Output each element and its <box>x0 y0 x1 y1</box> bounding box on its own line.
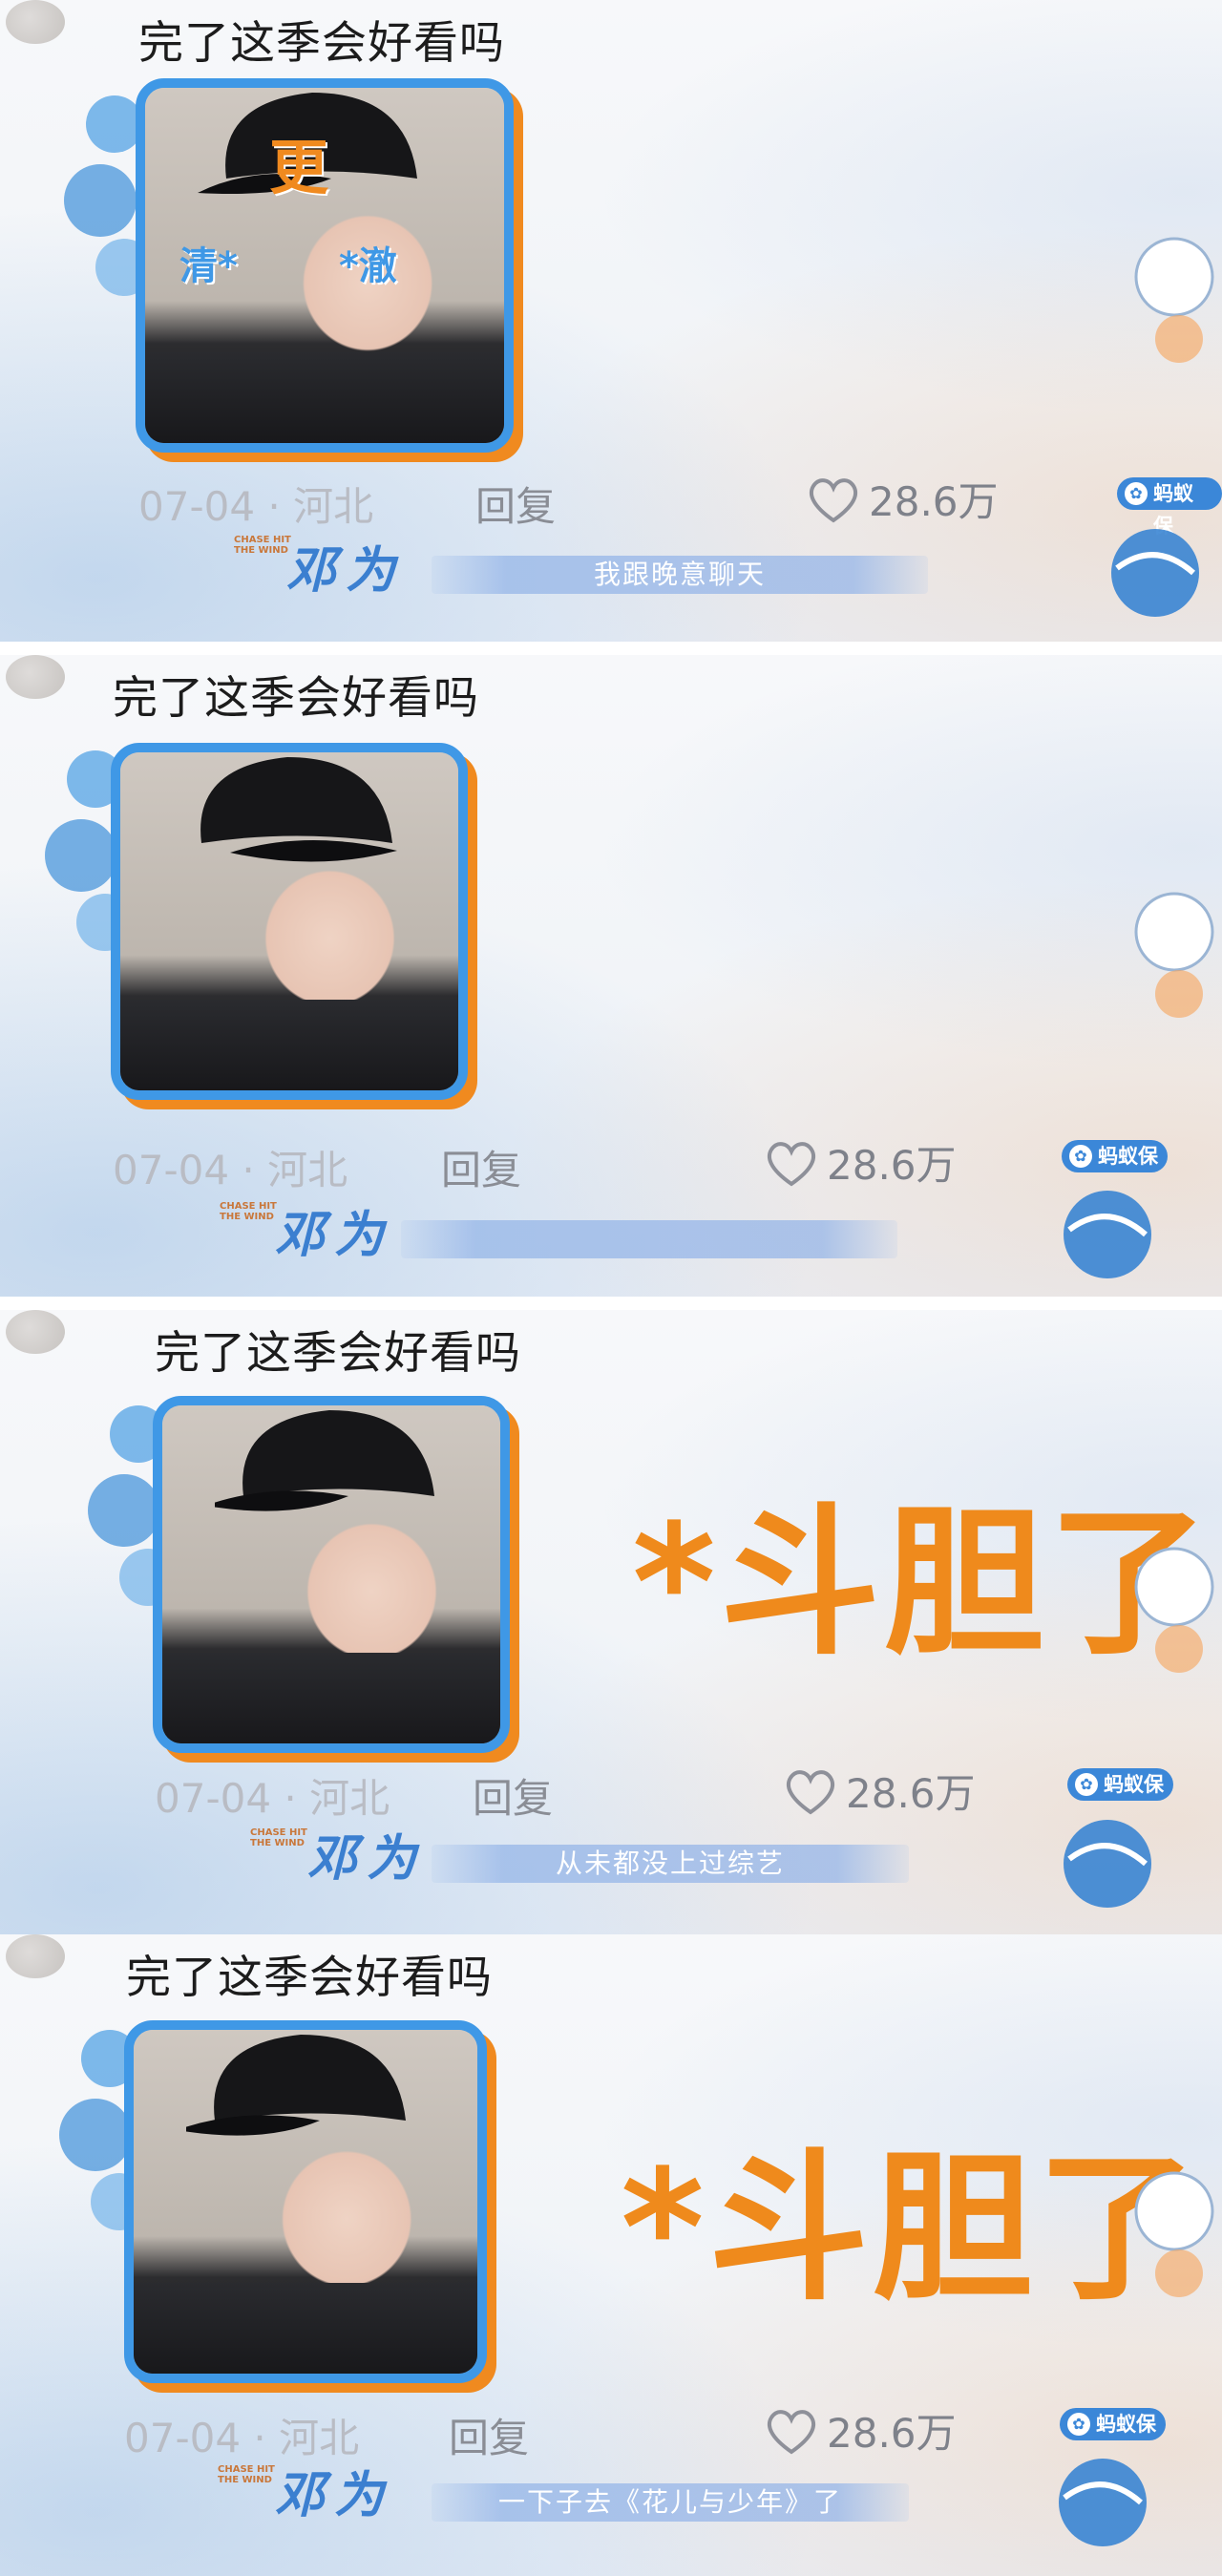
shield-icon: ✿ <box>1067 2413 1090 2436</box>
white-flower-decoration <box>1134 1547 1214 1673</box>
overlay-text-top: 更 <box>269 133 329 202</box>
portrait-frame <box>153 1396 510 1753</box>
white-flower-decoration <box>1134 892 1214 1018</box>
comment-text: 完了这季会好看吗 <box>138 17 505 70</box>
heart-icon <box>809 477 858 522</box>
like-button[interactable]: 28.6万 <box>783 1762 976 1820</box>
like-button[interactable]: 28.6万 <box>764 1133 957 1192</box>
video-frame-2: 完了这季会好看吗 07-04 · 河北 回复 28.6万 ✿ 蚂蚁保 CHASE… <box>0 655 1222 1297</box>
like-button[interactable]: 28.6万 <box>764 2401 957 2460</box>
subtitle-bar: 一下子去《花儿与少年》了 <box>432 2483 909 2522</box>
show-logo <box>1111 529 1199 617</box>
reply-button[interactable]: 回复 <box>475 475 556 533</box>
show-logo <box>1059 2459 1147 2546</box>
brand-watermark: ✿ 蚂蚁保 <box>1117 477 1222 538</box>
reply-button[interactable]: 回复 <box>441 1138 521 1196</box>
comment-date-location: 07-04 · 河北 <box>155 1775 390 1822</box>
brand-watermark: ✿ 蚂蚁保 <box>1060 2408 1166 2440</box>
black-cap <box>200 757 397 862</box>
overlay-text-left: 清* <box>179 244 238 288</box>
heart-icon <box>767 2409 816 2454</box>
black-cap <box>186 2035 406 2136</box>
caption-overlay: *斗胆了 <box>621 2135 1201 2322</box>
portrait-photo <box>120 752 458 1090</box>
name-logo: 邓为 <box>286 541 406 600</box>
video-frame-3: 完了这季会好看吗 *斗胆了 07-04 · 河北 回复 28.6万 ✿ 蚂蚁保 … <box>0 1310 1222 1952</box>
heart-icon <box>767 1141 816 1186</box>
user-avatar[interactable] <box>6 655 65 699</box>
like-count: 28.6万 <box>827 1142 957 1189</box>
black-shirt <box>162 1653 500 1743</box>
white-flower-decoration <box>1134 2171 1214 2297</box>
overlay-text-right: *澈 <box>339 244 397 288</box>
subtitle-bar <box>401 1220 897 1258</box>
heart-icon <box>786 1769 835 1814</box>
watermark-label: 蚂蚁保 <box>1104 1773 1164 1796</box>
user-avatar[interactable] <box>6 1310 65 1354</box>
portrait-frame <box>111 743 468 1100</box>
black-shirt <box>134 2283 477 2374</box>
black-shirt <box>145 352 504 443</box>
comment-date-location: 07-04 · 河北 <box>113 1147 348 1193</box>
caption-overlay: *斗胆了 <box>632 1489 1212 1677</box>
reply-button[interactable]: 回复 <box>449 2406 529 2464</box>
portrait-photo <box>162 1405 500 1743</box>
like-button[interactable]: 28.6万 <box>806 470 999 528</box>
comment-text: 完了这季会好看吗 <box>113 672 479 725</box>
comment-text: 完了这季会好看吗 <box>155 1327 521 1380</box>
brand-watermark: ✿ 蚂蚁保 <box>1062 1140 1168 1172</box>
white-flower-decoration <box>1134 237 1214 363</box>
name-logo: 邓为 <box>307 1829 427 1888</box>
shield-icon: ✿ <box>1069 1145 1092 1168</box>
portrait-photo <box>134 2030 477 2374</box>
user-avatar[interactable] <box>6 1934 65 1978</box>
like-count: 28.6万 <box>846 1770 976 1817</box>
name-logo: 邓为 <box>275 2466 394 2524</box>
show-logo <box>1064 1191 1151 1278</box>
brand-watermark: ✿ 蚂蚁保 <box>1067 1768 1173 1801</box>
black-cap <box>215 1410 434 1511</box>
reply-button[interactable]: 回复 <box>473 1766 553 1825</box>
watermark-label: 蚂蚁保 <box>1098 1145 1158 1168</box>
subtitle-bar: 从未都没上过综艺 <box>432 1845 909 1883</box>
video-frame-1: 完了这季会好看吗 更 清* *澈 07-04 · 河北 回复 28.6万 ✿ 蚂… <box>0 0 1222 642</box>
user-avatar[interactable] <box>6 0 65 44</box>
black-shirt <box>120 1000 458 1090</box>
subtitle-bar: 我跟晚意聊天 <box>432 556 928 594</box>
watermark-label: 蚂蚁保 <box>1096 2413 1156 2436</box>
like-count: 28.6万 <box>827 2410 957 2457</box>
video-frame-4: 完了这季会好看吗 *斗胆了 07-04 · 河北 回复 28.6万 ✿ 蚂蚁保 … <box>0 1934 1222 2576</box>
comment-text: 完了这季会好看吗 <box>126 1952 493 2004</box>
shield-icon: ✿ <box>1075 1773 1098 1796</box>
portrait-frame <box>124 2020 487 2383</box>
shield-icon: ✿ <box>1125 482 1148 505</box>
name-logo: 邓为 <box>275 1206 394 1264</box>
show-logo <box>1064 1820 1151 1908</box>
like-count: 28.6万 <box>869 478 999 525</box>
comment-date-location: 07-04 · 河北 <box>138 483 374 530</box>
